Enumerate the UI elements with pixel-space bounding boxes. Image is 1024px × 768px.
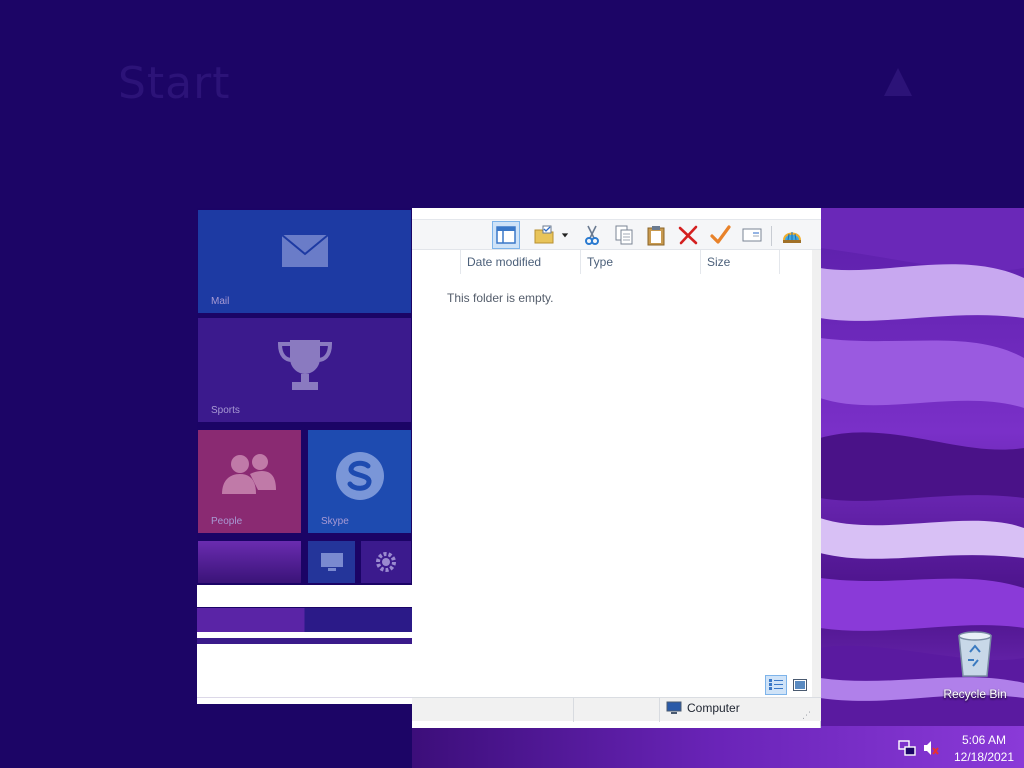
shell-menu-button[interactable]	[778, 221, 806, 249]
tile-settings[interactable]	[361, 541, 411, 583]
recycle-bin-icon	[958, 631, 992, 677]
user-account-icon[interactable]	[878, 62, 918, 102]
copy-icon	[615, 225, 633, 245]
column-header-type[interactable]: Type	[580, 250, 700, 274]
status-bar-left-extension	[197, 697, 412, 704]
toolbar-top-strip	[412, 208, 821, 220]
tile-label: People	[211, 516, 243, 527]
tile-label: Mail	[211, 296, 230, 307]
cut-button[interactable]	[578, 221, 606, 249]
envelope-icon	[742, 228, 762, 242]
computer-icon	[666, 701, 682, 714]
white-band	[197, 585, 412, 607]
recycle-bin-label: Recycle Bin	[943, 687, 1007, 701]
folder-options-dropdown[interactable]	[558, 221, 572, 249]
shell-icon	[783, 232, 801, 243]
column-header-bar: Date modified Type Size	[412, 250, 812, 274]
layout-pane-icon	[496, 226, 516, 244]
vertical-scrollbar[interactable]	[812, 250, 821, 704]
trophy-icon	[277, 340, 333, 390]
copy-button[interactable]	[610, 221, 638, 249]
empty-folder-message: This folder is empty.	[447, 291, 554, 305]
folder-options-button[interactable]	[530, 221, 558, 249]
taskbar-tray: 5:06 AM 12/18/2021	[412, 726, 1024, 768]
details-view-icon	[769, 679, 783, 690]
details-view-button[interactable]	[765, 675, 787, 695]
file-explorer-window: Date modified Type Size This folder is e…	[412, 208, 821, 728]
tile-skype[interactable]: Skype	[308, 430, 411, 533]
explorer-toolbar	[412, 220, 821, 250]
skype-icon	[336, 452, 384, 500]
tile-sports[interactable]: Sports	[198, 318, 411, 422]
start-screen-title: Start	[118, 58, 231, 109]
recycle-bin[interactable]: Recycle Bin	[938, 630, 1012, 701]
folder-check-icon	[534, 225, 554, 244]
layout-button[interactable]	[492, 221, 520, 249]
mail-icon	[281, 234, 329, 267]
status-separator	[573, 698, 574, 722]
status-separator	[659, 698, 660, 722]
toolbar-separator	[771, 226, 772, 246]
delete-x-icon	[678, 225, 698, 245]
volume-muted-icon[interactable]	[922, 739, 940, 757]
start-tiles-panel: Mail Sports People Skype	[197, 208, 412, 704]
picture-view-icon	[793, 679, 807, 691]
column-header-date-modified[interactable]: Date modified	[460, 250, 580, 274]
clipboard-icon	[647, 226, 665, 246]
delete-button[interactable]	[674, 221, 702, 249]
tile-photos[interactable]	[198, 541, 301, 583]
desktop-icon	[321, 553, 343, 571]
tile-label: Sports	[211, 405, 240, 416]
checkmark-icon	[710, 225, 731, 244]
tiles-row-partial	[197, 608, 412, 632]
clock-time[interactable]: 5:06 AM	[952, 733, 1016, 747]
email-button[interactable]	[738, 221, 766, 249]
status-location-label: Computer	[687, 701, 740, 715]
tile-desktop[interactable]	[308, 541, 355, 583]
large-icons-view-button[interactable]	[789, 675, 811, 695]
people-icon	[222, 454, 276, 494]
paste-button[interactable]	[642, 221, 670, 249]
chevron-down-icon	[561, 233, 569, 238]
tile-people[interactable]: People	[198, 430, 301, 533]
gear-icon	[376, 552, 396, 572]
tile-label: Skype	[321, 516, 349, 527]
column-header-size[interactable]: Size	[700, 250, 780, 274]
network-icon[interactable]	[898, 739, 916, 757]
properties-button[interactable]	[706, 221, 734, 249]
tile-mail[interactable]: Mail	[198, 210, 411, 313]
clock-date[interactable]: 12/18/2021	[948, 750, 1020, 764]
scissors-icon	[585, 225, 599, 245]
resize-grip[interactable]: ⋰	[802, 710, 811, 721]
status-location: Computer	[666, 701, 740, 715]
white-band	[197, 644, 412, 704]
status-bar: Computer ⋰	[412, 697, 821, 722]
